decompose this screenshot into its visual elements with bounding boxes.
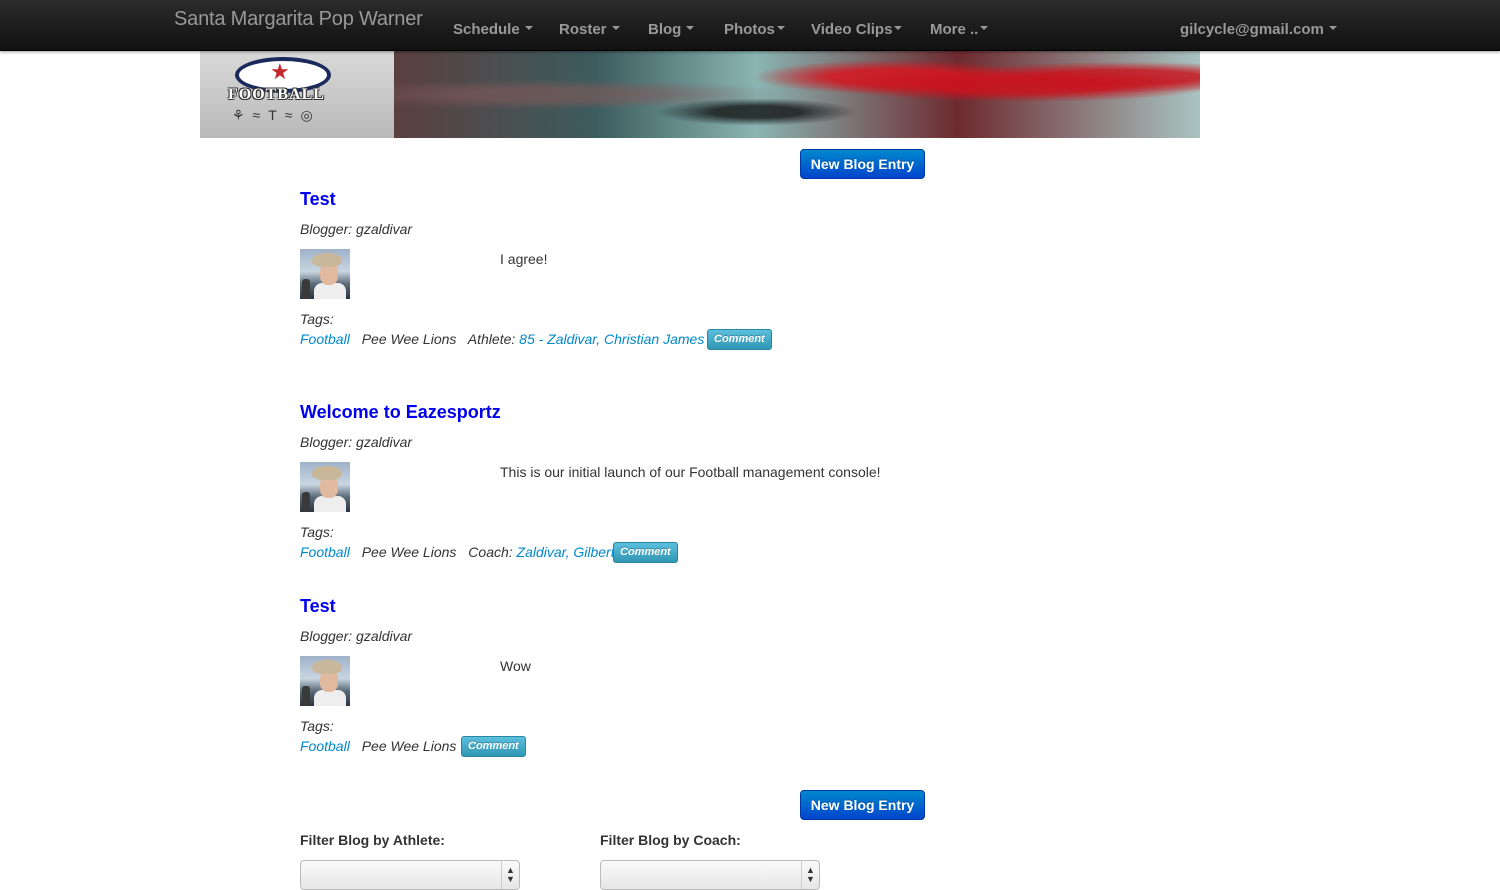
user-menu[interactable]: gilcycle@gmail.com [1180,21,1337,38]
tag-coach-link[interactable]: Zaldivar, Gilbert [517,544,615,560]
logo-text: FOOTBALL [228,86,325,103]
nav-more[interactable]: More .. [930,21,989,38]
nav-roster-label: Roster [559,21,607,38]
tags-label: Tags: [300,524,334,540]
comment-button[interactable]: Comment [613,542,678,563]
chevron-down-icon [686,26,695,31]
post-blogger: Blogger: gzaldivar [300,434,413,450]
brand-title[interactable]: Santa Margarita Pop Warner [174,8,423,31]
tag-team: Pee Wee Lions [361,544,457,560]
comment-button[interactable]: Comment [707,329,772,350]
tag-team: Pee Wee Lions [361,331,457,347]
tag-athlete-link[interactable]: 85 - Zaldivar, Christian James [519,331,704,347]
post-tags: Football Pee Wee Lions Coach: Zaldivar, … [300,544,615,560]
nav-blog[interactable]: Blog [648,21,695,38]
nav-schedule-label: Schedule [453,21,520,38]
star-icon: ★ [270,59,290,84]
post-tags: Football Pee Wee Lions Athlete: 85 - Zal… [300,331,704,347]
user-email: gilcycle@gmail.com [1180,21,1324,38]
filter-coach-select[interactable]: ▲ ▼ [600,860,820,890]
nav-more-label: More .. [930,21,979,38]
team-mascots-icon: ⚘≈T≈◎ [232,107,321,123]
post-body: This is our initial launch of our Footba… [500,464,881,480]
avatar [300,656,350,706]
comment-button[interactable]: Comment [461,736,526,757]
post-blogger: Blogger: gzaldivar [300,628,413,644]
chevron-down-icon [776,26,785,31]
team-logo: ★ FOOTBALL ⚘≈T≈◎ [200,51,394,138]
nav-photos-label: Photos [724,21,775,38]
avatar [300,249,350,299]
nav-photos[interactable]: Photos [724,21,785,38]
chevron-down-icon [894,26,903,31]
nav-roster[interactable]: Roster [559,21,620,38]
filter-athlete-label: Filter Blog by Athlete: [300,832,445,848]
top-navbar: Santa Margarita Pop Warner Schedule Rost… [0,0,1500,51]
tag-role-label: Athlete: [467,331,516,347]
post-body: Wow [500,658,531,674]
banner-photo [394,51,1200,138]
nav-video-clips[interactable]: Video Clips [811,21,903,38]
post-body: I agree! [500,251,548,267]
chevron-down-icon [524,26,533,31]
team-banner: ★ FOOTBALL ⚘≈T≈◎ [200,51,1200,138]
chevron-down-icon [980,26,989,31]
post-title[interactable]: Welcome to Eazesportz [300,402,501,423]
post-tags: Football Pee Wee Lions [300,738,456,754]
new-blog-entry-button[interactable]: New Blog Entry [800,149,925,179]
tag-sport-link[interactable]: Football [300,738,350,754]
tag-sport-link[interactable]: Football [300,544,350,560]
nav-video-clips-label: Video Clips [811,21,893,38]
post-title[interactable]: Test [300,596,336,617]
tags-label: Tags: [300,311,334,327]
chevron-down-icon [611,26,620,31]
tag-role-label: Coach: [468,544,513,560]
new-blog-entry-button[interactable]: New Blog Entry [800,790,925,820]
post-title[interactable]: Test [300,189,336,210]
tag-team: Pee Wee Lions [361,738,457,754]
tags-label: Tags: [300,718,334,734]
avatar [300,462,350,512]
post-blogger: Blogger: gzaldivar [300,221,413,237]
nav-schedule[interactable]: Schedule [453,21,533,38]
filter-coach-label: Filter Blog by Coach: [600,832,741,848]
nav-blog-label: Blog [648,21,682,38]
tag-sport-link[interactable]: Football [300,331,350,347]
chevron-down-icon [1328,26,1337,31]
filter-athlete-select[interactable]: ▲ ▼ [300,860,520,890]
